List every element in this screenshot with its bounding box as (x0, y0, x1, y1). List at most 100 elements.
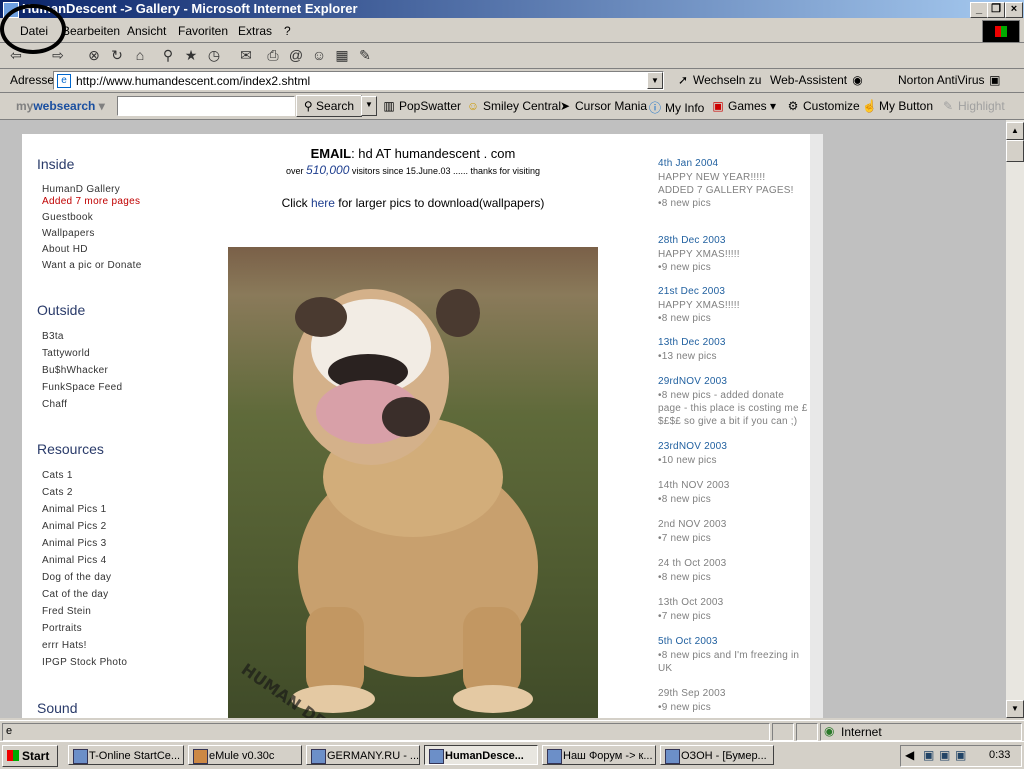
messenger-icon[interactable]: ☺ (311, 47, 327, 63)
link-my-info[interactable]: ⓘ My Info (648, 99, 704, 116)
link-smiley-central[interactable]: ☺ Smiley Central (466, 99, 561, 113)
print-icon[interactable]: ⎙ (265, 47, 281, 63)
scroll-down-button[interactable]: ▼ (1006, 700, 1024, 718)
search-dropdown[interactable]: ▼ (361, 96, 377, 116)
go-button[interactable]: ➚ Wechseln zu (676, 73, 762, 87)
network-icon-3[interactable]: ▣ (955, 748, 966, 762)
news-text: •8 new pics (658, 313, 711, 324)
stop-icon[interactable]: ⊗ (86, 47, 102, 63)
websearch-input[interactable] (117, 96, 295, 116)
news-text: •13 new pics (658, 351, 717, 362)
back-icon[interactable]: ⇦ (8, 47, 24, 63)
link-my-button[interactable]: ☝ My Button (862, 99, 933, 113)
close-button[interactable]: × (1005, 2, 1023, 18)
clock[interactable]: 0:33 (989, 749, 1010, 761)
nav-link-guestbook[interactable]: Guestbook (42, 212, 93, 223)
news-text: •7 new pics (658, 533, 711, 544)
nav-link-dog-of-day[interactable]: Dog of the day (42, 572, 111, 583)
norton-antivirus-button[interactable]: Norton AntiVirus ▣ (898, 73, 1005, 87)
address-dropdown[interactable]: ▼ (647, 72, 663, 89)
nav-link-fred-stein[interactable]: Fred Stein (42, 606, 91, 617)
nav-link-bushwhacker[interactable]: Bu$hWhacker (42, 365, 108, 376)
nav-link-animal-pics-3[interactable]: Animal Pics 3 (42, 538, 106, 549)
nav-link-gallery[interactable]: HumanD Gallery (42, 184, 120, 195)
nav-link-added-pages[interactable]: Added 7 more pages (42, 196, 140, 207)
go-arrow-icon: ➚ (677, 73, 689, 87)
browser-content: Inside HumanD Gallery Added 7 more pages… (0, 120, 1006, 718)
section-title-outside: Outside (37, 302, 86, 318)
address-input[interactable]: e http://www.humandescent.com/index2.sht… (53, 71, 664, 90)
menu-help[interactable]: ? (284, 24, 291, 38)
maximize-button[interactable]: ❐ (987, 2, 1005, 18)
nav-link-cats-1[interactable]: Cats 1 (42, 470, 73, 481)
wallpaper-link[interactable]: here (311, 196, 335, 210)
minimize-button[interactable]: _ (970, 2, 988, 18)
nav-link-about[interactable]: About HD (42, 244, 88, 255)
task-germany-ru[interactable]: GERMANY.RU - ... (306, 745, 420, 765)
nav-link-animal-pics-4[interactable]: Animal Pics 4 (42, 555, 106, 566)
mail-icon[interactable]: ✉ (238, 47, 254, 63)
status-pane-3 (796, 723, 818, 741)
status-page-icon: e (6, 725, 13, 737)
forward-icon[interactable]: ⇨ (50, 47, 66, 63)
menu-favoriten[interactable]: Favoriten (178, 24, 228, 38)
page-icon: e (57, 74, 71, 88)
links-toolbar: mywebsearch ▾ ⚲ Search ▼ ▥ PopSwatter ☺ Sm… (0, 93, 1024, 120)
scroll-thumb[interactable] (1006, 140, 1024, 162)
network-icon[interactable]: ▣ (923, 748, 934, 762)
link-popswatter[interactable]: ▥ PopSwatter (382, 99, 461, 113)
edit-icon[interactable]: ✎ (357, 47, 373, 63)
task-forum[interactable]: Наш Форум -> к... (542, 745, 656, 765)
nav-link-animal-pics-2[interactable]: Animal Pics 2 (42, 521, 106, 532)
link-cursor-mania[interactable]: ➤ Cursor Mania (558, 99, 647, 113)
news-text: HAPPY XMAS!!!!! (658, 249, 740, 260)
at-icon[interactable]: @ (288, 47, 304, 63)
task-emule[interactable]: eMule v0.30c (188, 745, 302, 765)
favorites-icon[interactable]: ★ (183, 47, 199, 63)
task-humandescent[interactable]: HumanDesce... (424, 745, 538, 765)
nav-link-cat-of-day[interactable]: Cat of the day (42, 589, 108, 600)
menu-ansicht[interactable]: Ansicht (127, 24, 166, 38)
vertical-scrollbar[interactable]: ▲ ▼ (1006, 120, 1024, 718)
task-t-online[interactable]: T-Online StartCe... (68, 745, 184, 765)
start-button[interactable]: Start (2, 745, 58, 767)
nav-link-chaff[interactable]: Chaff (42, 399, 67, 410)
scroll-up-button[interactable]: ▲ (1006, 122, 1024, 140)
menu-bearbeiten[interactable]: Bearbeiten (62, 24, 120, 38)
web-assistant-button[interactable]: Web-Assistent ◉ (770, 73, 867, 87)
nav-link-hats[interactable]: errr Hats! (42, 640, 87, 651)
websearch-button[interactable]: ⚲ Search (296, 95, 362, 117)
nav-link-tattyworld[interactable]: Tattyworld (42, 348, 90, 359)
link-customize[interactable]: ⚙ Customize (786, 99, 860, 113)
news-date: 4th Jan 2004 (658, 158, 719, 169)
ie-icon (547, 749, 562, 764)
menu-extras[interactable]: Extras (238, 24, 272, 38)
history-icon[interactable]: ◷ (206, 47, 222, 63)
news-date: 13th Oct 2003 (658, 597, 724, 608)
speaker-icon[interactable]: ◀ (905, 748, 914, 762)
nav-link-b3ta[interactable]: B3ta (42, 331, 64, 342)
nav-link-ipgp[interactable]: IPGP Stock Photo (42, 657, 127, 668)
nav-link-animal-pics-1[interactable]: Animal Pics 1 (42, 504, 106, 515)
nav-link-wallpapers[interactable]: Wallpapers (42, 228, 95, 239)
network-icon-2[interactable]: ▣ (939, 748, 950, 762)
nav-link-cats-2[interactable]: Cats 2 (42, 487, 73, 498)
refresh-icon[interactable]: ↻ (109, 47, 125, 63)
nav-link-funkspace[interactable]: FunkSpace Feed (42, 382, 122, 393)
mywebsearch-logo[interactable]: mywebsearch ▾ (16, 99, 105, 113)
address-url[interactable]: http://www.humandescent.com/index2.shtml (76, 74, 310, 88)
home-icon[interactable]: ⌂ (132, 47, 148, 63)
link-highlight[interactable]: ✎ Highlight (941, 99, 1005, 113)
status-zone: Internet (841, 725, 882, 739)
link-games[interactable]: ▣ Games ▾ (711, 99, 776, 113)
address-label: Adresse (10, 73, 55, 87)
nav-link-portraits[interactable]: Portraits (42, 623, 82, 634)
visitor-counter: over 510,000 visitors since 15.June.03 .… (286, 163, 540, 177)
news-date: 2nd NOV 2003 (658, 519, 727, 530)
task-ozon[interactable]: ОЗОН - [Бумер... (660, 745, 774, 765)
bulldog-photo[interactable]: HUMAN DESCENT (228, 247, 598, 718)
calendar-icon[interactable]: ▦ (334, 47, 350, 63)
search-icon[interactable]: ⚲ (160, 47, 176, 63)
magnifier-icon: ⚲ (303, 99, 313, 113)
nav-link-donate[interactable]: Want a pic or Donate (42, 260, 142, 271)
